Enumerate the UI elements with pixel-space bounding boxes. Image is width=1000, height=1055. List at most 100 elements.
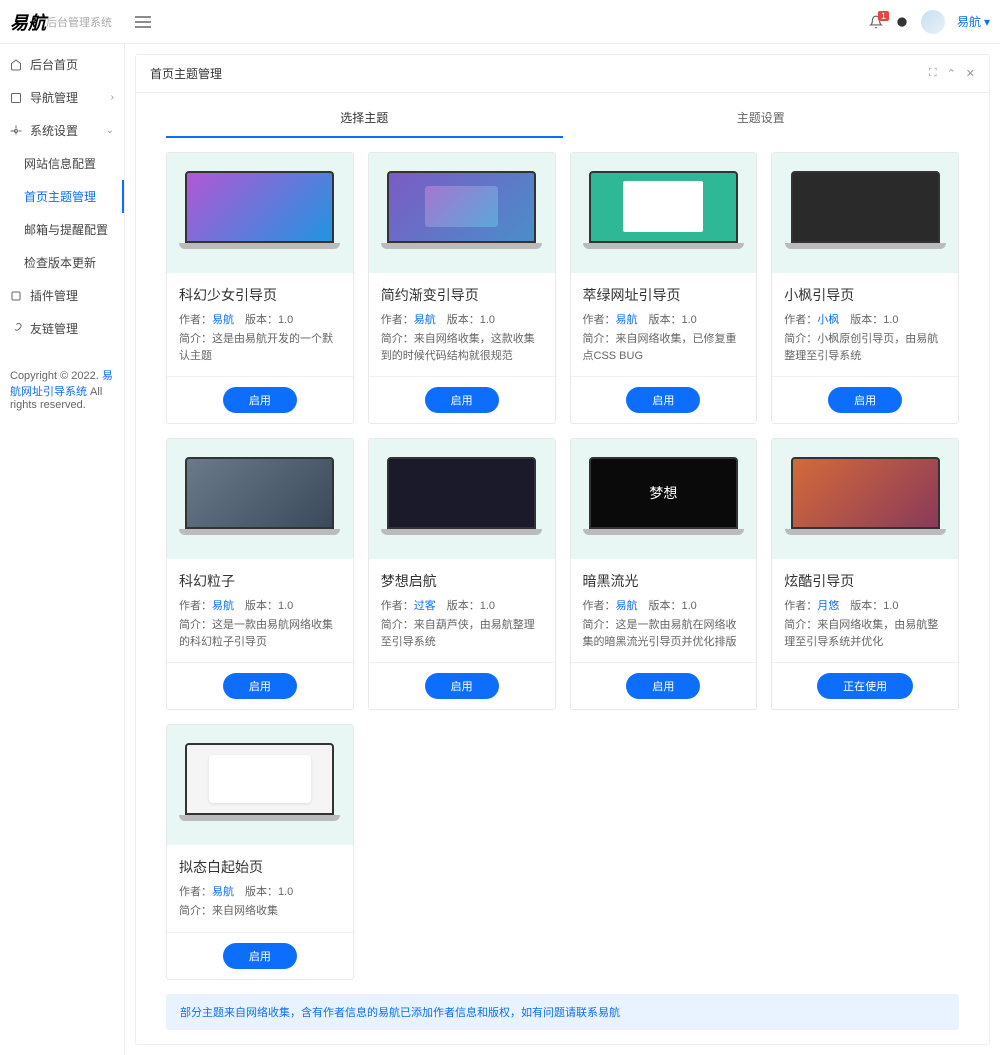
nav-site-config[interactable]: 网站信息配置: [0, 147, 124, 180]
close-icon[interactable]: ✕: [966, 67, 975, 80]
author-link[interactable]: 易航: [616, 314, 638, 326]
enable-button[interactable]: 启用: [223, 673, 297, 699]
theme-meta: 作者：易航 版本：1.0: [583, 597, 745, 613]
theme-card: 梦想 暗黑流光 作者：易航 版本：1.0 简介：这是一款由易航在网络收集的暗黑流…: [570, 438, 758, 710]
author-link[interactable]: 易航: [616, 600, 638, 612]
theme-meta: 作者：易航 版本：1.0: [179, 883, 341, 899]
enable-button[interactable]: 启用: [828, 387, 902, 413]
theme-meta: 作者：易航 版本：1.0: [583, 311, 745, 327]
expand-icon[interactable]: ⛶: [929, 67, 937, 80]
copyright: Copyright © 2022. 易航网址引导系统 All rights re…: [0, 357, 124, 421]
panel-title: 首页主题管理: [150, 65, 222, 82]
notifications-button[interactable]: 1: [869, 15, 883, 29]
author-link[interactable]: 易航: [414, 314, 436, 326]
theme-desc: 简介：来自葫芦侠，由易航整理至引导系统: [381, 617, 543, 650]
tab-theme-settings[interactable]: 主题设置: [563, 99, 960, 138]
author-link[interactable]: 月悠: [817, 600, 839, 612]
theme-title: 科幻少女引导页: [179, 285, 341, 305]
logo: 易航 后台管理系统: [10, 9, 125, 35]
author-link[interactable]: 小枫: [817, 314, 839, 326]
nav-check-update[interactable]: 检查版本更新: [0, 246, 124, 279]
theme-title: 梦想启航: [381, 571, 543, 591]
chevron-down-icon: ⌄: [106, 125, 114, 136]
theme-card: 小枫引导页 作者：小枫 版本：1.0 简介：小枫原创引导页，由易航整理至引导系统…: [771, 152, 959, 424]
collapse-icon[interactable]: ⌃: [947, 67, 956, 80]
avatar[interactable]: [921, 10, 945, 34]
using-button[interactable]: 正在使用: [817, 673, 913, 699]
theme-meta: 作者：易航 版本：1.0: [179, 597, 341, 613]
nav-system[interactable]: 系统设置 ⌄: [0, 114, 124, 147]
nav-label: 插件管理: [30, 287, 78, 304]
nav-navigation[interactable]: 导航管理 ›: [0, 81, 124, 114]
theme-thumbnail: [369, 439, 555, 559]
brand-name: 易航: [10, 9, 46, 35]
enable-button[interactable]: 启用: [626, 673, 700, 699]
theme-toggle[interactable]: [895, 15, 909, 29]
theme-title: 小枫引导页: [784, 285, 946, 305]
enable-button[interactable]: 启用: [223, 943, 297, 969]
theme-thumbnail: 梦想: [571, 439, 757, 559]
theme-desc: 简介：这是一款由易航网络收集的科幻粒子引导页: [179, 617, 341, 650]
theme-desc: 简介：来自网络收集，由易航整理至引导系统并优化: [784, 617, 946, 650]
home-icon: [10, 59, 22, 71]
theme-card: 炫酷引导页 作者：月悠 版本：1.0 简介：来自网络收集，由易航整理至引导系统并…: [771, 438, 959, 710]
theme-title: 萃绿网址引导页: [583, 285, 745, 305]
theme-meta: 作者：过客 版本：1.0: [381, 597, 543, 613]
theme-card: 梦想启航 作者：过客 版本：1.0 简介：来自葫芦侠，由易航整理至引导系统 启用: [368, 438, 556, 710]
author-link[interactable]: 易航: [212, 886, 234, 898]
theme-title: 科幻粒子: [179, 571, 341, 591]
notification-badge: 1: [878, 11, 889, 21]
enable-button[interactable]: 启用: [425, 673, 499, 699]
theme-title: 炫酷引导页: [784, 571, 946, 591]
gear-icon: [10, 125, 22, 137]
nav-plugins[interactable]: 插件管理: [0, 279, 124, 312]
nav-mail-config[interactable]: 邮箱与提醒配置: [0, 213, 124, 246]
theme-desc: 简介：来自网络收集: [179, 903, 341, 920]
enable-button[interactable]: 启用: [425, 387, 499, 413]
theme-card: 简约渐变引导页 作者：易航 版本：1.0 简介：来自网络收集，这款收集到的时候代…: [368, 152, 556, 424]
menu-toggle[interactable]: [135, 16, 151, 28]
theme-thumbnail: [167, 725, 353, 845]
nav-home[interactable]: 后台首页: [0, 48, 124, 81]
enable-button[interactable]: 启用: [223, 387, 297, 413]
nav-label: 导航管理: [30, 89, 78, 106]
theme-meta: 作者：月悠 版本：1.0: [784, 597, 946, 613]
nav-label: 后台首页: [30, 56, 78, 73]
user-menu[interactable]: 易航 ▾: [957, 13, 990, 30]
theme-thumbnail: [772, 153, 958, 273]
nav-links[interactable]: 友链管理: [0, 312, 124, 345]
enable-button[interactable]: 启用: [626, 387, 700, 413]
theme-thumbnail: [571, 153, 757, 273]
theme-thumbnail: [772, 439, 958, 559]
theme-meta: 作者：小枫 版本：1.0: [784, 311, 946, 327]
nav-theme-manage[interactable]: 首页主题管理: [0, 180, 124, 213]
chevron-down-icon: ▾: [984, 15, 990, 29]
theme-desc: 简介：来自网络收集，这款收集到的时候代码结构就很规范: [381, 331, 543, 364]
brand-sub: 后台管理系统: [46, 14, 112, 30]
theme-thumbnail: [369, 153, 555, 273]
author-link[interactable]: 易航: [212, 314, 234, 326]
theme-card: 拟态白起始页 作者：易航 版本：1.0 简介：来自网络收集 启用: [166, 724, 354, 980]
link-icon: [10, 323, 22, 335]
theme-title: 简约渐变引导页: [381, 285, 543, 305]
theme-title: 暗黑流光: [583, 571, 745, 591]
nav-label: 友链管理: [30, 320, 78, 337]
theme-card: 萃绿网址引导页 作者：易航 版本：1.0 简介：来自网络收集，已修复重点CSS …: [570, 152, 758, 424]
author-link[interactable]: 过客: [414, 600, 436, 612]
author-link[interactable]: 易航: [212, 600, 234, 612]
theme-meta: 作者：易航 版本：1.0: [179, 311, 341, 327]
tab-select-theme[interactable]: 选择主题: [166, 99, 563, 138]
nav-icon: [10, 92, 22, 104]
plugin-icon: [10, 290, 22, 302]
user-name-label: 易航: [957, 13, 981, 30]
theme-desc: 简介：小枫原创引导页，由易航整理至引导系统: [784, 331, 946, 364]
chevron-right-icon: ›: [111, 92, 114, 103]
theme-card: 科幻粒子 作者：易航 版本：1.0 简介：这是一款由易航网络收集的科幻粒子引导页…: [166, 438, 354, 710]
theme-desc: 简介：这是一款由易航在网络收集的暗黑流光引导页并优化排版: [583, 617, 745, 650]
theme-thumbnail: [167, 153, 353, 273]
theme-card: 科幻少女引导页 作者：易航 版本：1.0 简介：这是由易航开发的一个默认主题 启…: [166, 152, 354, 424]
notice-bar: 部分主题来自网络收集，含有作者信息的易航已添加作者信息和版权，如有问题请联系易航: [166, 994, 959, 1030]
theme-desc: 简介：这是由易航开发的一个默认主题: [179, 331, 341, 364]
theme-thumbnail: [167, 439, 353, 559]
theme-title: 拟态白起始页: [179, 857, 341, 877]
